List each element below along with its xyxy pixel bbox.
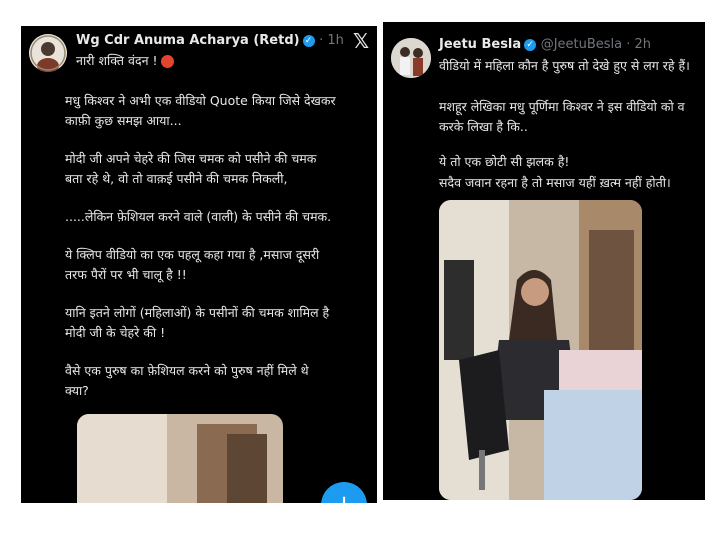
post-time[interactable]: · 1h xyxy=(319,33,344,48)
angry-face-emoji-icon xyxy=(160,55,174,68)
right-tweet-screenshot: Jeetu Besla ✓ @JeetuBesla · 2h वीडियो में… xyxy=(383,22,705,500)
tweet-text-line: ये क्लिप वीडियो का एक पहलू कहा गया है ,म… xyxy=(65,247,320,262)
author-avatar[interactable] xyxy=(391,38,431,78)
author-handle[interactable]: @JeetuBesla · 2h xyxy=(541,37,651,52)
tweet-text-line: मोदी जी अपने चेहरे की जिस चमक को पसीने क… xyxy=(65,151,317,166)
tweet-text-line: बता रहे थे, वो तो वाक़ई पसीने की चमक निक… xyxy=(65,171,288,186)
compose-plus-icon[interactable]: + xyxy=(321,482,367,503)
author-avatar[interactable] xyxy=(29,34,67,72)
tweet-text-line: क्या? xyxy=(65,383,89,398)
author-name-row[interactable]: Jeetu Besla ✓ @JeetuBesla · 2h xyxy=(439,37,651,52)
tweet-text-line: वैसे एक पुरुष का फ़ेशियल करने को पुरुष न… xyxy=(65,363,309,378)
tweet-text-line: काफ़ी कुछ समझ आया... xyxy=(65,113,182,128)
tweet-text-line: यानि इतने लोगों (महिलाओं) के पसीनों की च… xyxy=(65,305,330,320)
author-name[interactable]: Wg Cdr Anuma Acharya (Retd) xyxy=(76,33,300,48)
tweet-text-line: मधु किश्वर ने अभी एक वीडियो Quote किया ज… xyxy=(65,93,336,108)
tweet-text-line: मशहूर लेखिका मधु पूर्णिमा किश्वर ने इस व… xyxy=(439,99,685,114)
video-thumbnail[interactable] xyxy=(77,414,283,503)
verified-badge-icon: ✓ xyxy=(524,38,537,51)
tweet-text-line: नारी शक्ति वंदन ! xyxy=(76,52,174,70)
video-frame-image xyxy=(77,414,283,503)
video-thumbnail[interactable] xyxy=(439,200,642,500)
tweet-text-line: तरफ पैरों पर भी चालू है !! xyxy=(65,267,187,282)
left-tweet-screenshot: Wg Cdr Anuma Acharya (Retd) ✓ · 1h 𝕏 नारी… xyxy=(21,26,377,503)
tweet-text-line: मोदी जी के चेहरे की ! xyxy=(65,325,166,340)
verified-badge-icon: ✓ xyxy=(302,34,315,47)
author-name-row[interactable]: Wg Cdr Anuma Acharya (Retd) ✓ · 1h xyxy=(76,33,344,48)
tweet-text-line: सदैव जवान रहना है तो मसाज यहीं ख़त्म नही… xyxy=(439,175,671,190)
tweet-text-line: वीडियो में महिला कौन है पुरुष तो देखे हु… xyxy=(439,58,690,73)
video-frame-image xyxy=(439,200,642,500)
avatar-image xyxy=(29,34,67,72)
tweet-text-line: करके लिखा है कि.. xyxy=(439,119,528,134)
tweet-text-line: ये तो एक छोटी सी झलक है! xyxy=(439,154,570,169)
x-logo-icon[interactable]: 𝕏 xyxy=(353,29,369,53)
author-name[interactable]: Jeetu Besla xyxy=(439,37,521,52)
tweet-text-line: .....लेकिन फ़ेशियल करने वाले (वाली) के प… xyxy=(65,209,332,224)
avatar-image xyxy=(391,38,431,78)
